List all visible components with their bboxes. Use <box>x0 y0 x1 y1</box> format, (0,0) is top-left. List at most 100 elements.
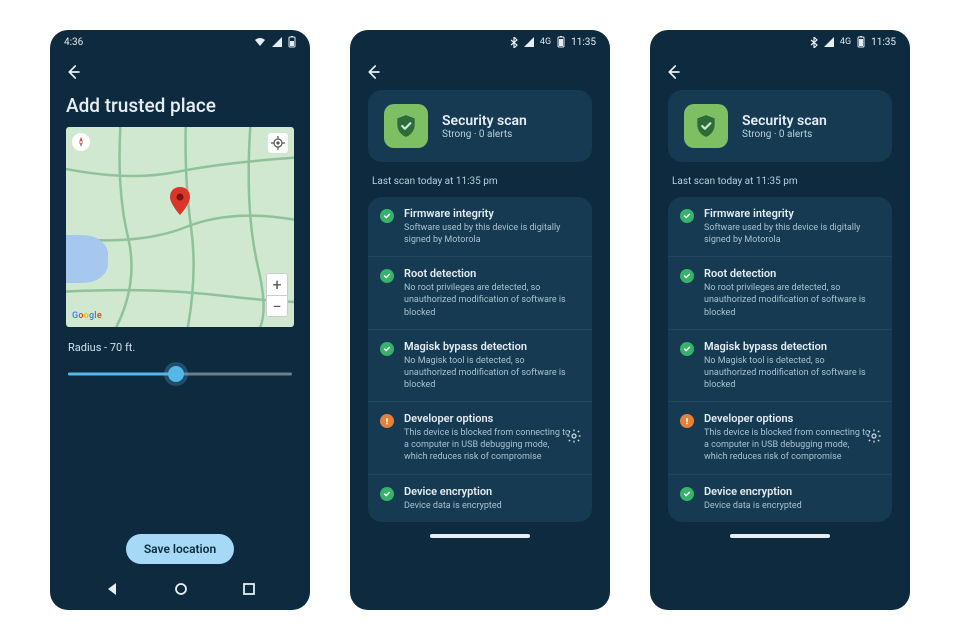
shield-check-icon <box>393 113 419 139</box>
check-ok-icon <box>380 209 394 223</box>
signal-icon <box>824 37 834 47</box>
scan-card-title: Security scan <box>442 113 527 129</box>
back-button[interactable] <box>364 63 382 81</box>
security-check-row[interactable]: Root detectionNo root privileges are det… <box>668 256 892 328</box>
check-title: Developer options <box>704 412 874 425</box>
slider-thumb[interactable] <box>168 366 184 382</box>
security-check-row[interactable]: Device encryptionDevice data is encrypte… <box>368 474 592 522</box>
map-water <box>66 235 108 283</box>
check-description: Software used by this device is digitall… <box>704 222 874 246</box>
check-ok-icon <box>680 487 694 501</box>
check-ok-icon <box>380 487 394 501</box>
map-roads <box>66 127 294 327</box>
last-scan-text: Last scan today at 11:35 pm <box>668 172 892 187</box>
check-description: No Magisk tool is detected, so unauthori… <box>404 355 574 391</box>
zoom-out-button[interactable]: − <box>266 295 288 317</box>
bluetooth-icon <box>510 37 518 48</box>
map-view[interactable]: + − Google <box>66 127 294 327</box>
check-ok-icon <box>680 269 694 283</box>
check-title: Firmware integrity <box>704 207 874 220</box>
nav-home-icon[interactable] <box>174 582 188 596</box>
check-warn-icon <box>680 414 694 428</box>
scan-card-subtitle: Strong · 0 alerts <box>442 129 527 140</box>
top-bar <box>650 54 910 90</box>
security-check-row[interactable]: Firmware integrity Software used by this … <box>368 197 592 256</box>
signal-icon <box>272 37 282 47</box>
network-4g: 4G <box>840 37 851 47</box>
check-ok-icon <box>380 269 394 283</box>
back-arrow-icon <box>364 63 382 81</box>
map-pin-icon[interactable] <box>170 187 190 219</box>
my-location-button[interactable] <box>268 133 288 153</box>
network-4g: 4G <box>540 37 551 47</box>
status-icons <box>254 36 296 48</box>
security-check-row[interactable]: Root detection No root privileges are det… <box>368 256 592 328</box>
shield-check-icon <box>693 113 719 139</box>
wifi-icon <box>254 37 266 47</box>
status-time: 11:35 <box>571 37 596 48</box>
radius-label: Radius - 70 ft. <box>68 341 292 354</box>
back-arrow-icon <box>664 63 682 81</box>
status-bar: 4:36 <box>50 30 310 54</box>
scan-card-subtitle: Strong · 0 alerts <box>742 129 827 140</box>
check-description: This device is blocked from connecting t… <box>704 427 874 463</box>
compass-button[interactable] <box>72 133 90 151</box>
top-bar <box>350 54 610 90</box>
status-bar: 4G 11:35 <box>350 30 610 54</box>
security-scan-summary-card[interactable]: Security scan Strong · 0 alerts <box>368 90 592 162</box>
security-check-row[interactable]: Device encryption Device data is encrypte… <box>668 474 892 522</box>
check-settings-button[interactable] <box>866 428 882 448</box>
check-title: Developer options <box>404 412 574 425</box>
check-description: No root privileges are detected, so unau… <box>404 282 574 318</box>
google-logo: Google <box>72 311 102 321</box>
slider-fill <box>68 373 176 376</box>
back-button[interactable] <box>64 63 82 81</box>
security-check-row[interactable]: Developer options This device is blocked … <box>368 401 592 473</box>
zoom-in-button[interactable]: + <box>266 273 288 295</box>
check-description: Device data is encrypted <box>404 500 502 512</box>
shield-badge <box>684 104 728 148</box>
phone-security-scan-1: 4G 11:35 Security scan Strong · 0 alerts… <box>350 30 610 610</box>
security-check-row[interactable]: Developer options This device is blocked … <box>668 401 892 473</box>
gear-icon <box>866 428 882 444</box>
android-navbar <box>50 574 310 604</box>
check-ok-icon <box>380 342 394 356</box>
phone-trusted-place: 4:36 Add trusted place <box>50 30 310 610</box>
crosshair-icon <box>271 136 285 150</box>
phone-security-scan-2: 4G 11:35 Security scan Strong · 0 alerts… <box>650 30 910 610</box>
status-icons: 4G 11:35 <box>810 36 896 48</box>
gesture-home-bar[interactable] <box>730 534 830 538</box>
check-description: Software used by this device is digitall… <box>404 222 574 246</box>
compass-icon <box>76 137 86 147</box>
scan-card-title: Security scan <box>742 113 827 129</box>
status-bar: 4G 11:35 <box>650 30 910 54</box>
last-scan-text: Last scan today at 11:35 pm <box>368 172 592 187</box>
back-button[interactable] <box>664 63 682 81</box>
status-time: 4:36 <box>64 37 83 48</box>
radius-slider[interactable] <box>68 360 292 388</box>
security-scan-summary-card[interactable]: Security scan Strong · 0 alerts <box>668 90 892 162</box>
check-description: No root privileges are detected, so unau… <box>704 282 874 318</box>
check-settings-button[interactable] <box>566 428 582 448</box>
check-ok-icon <box>680 209 694 223</box>
gear-icon <box>566 428 582 444</box>
check-title: Firmware integrity <box>404 207 574 220</box>
check-title: Device encryption <box>704 485 802 498</box>
battery-icon <box>857 36 865 48</box>
battery-icon <box>288 36 296 48</box>
zoom-controls: + − <box>266 273 288 317</box>
check-description: Device data is encrypted <box>704 500 802 512</box>
nav-recent-icon[interactable] <box>243 583 255 595</box>
check-warn-icon <box>380 414 394 428</box>
check-description: This device is blocked from connecting t… <box>404 427 574 463</box>
gesture-home-bar[interactable] <box>430 534 530 538</box>
security-check-row[interactable]: Magisk bypass detectionNo Magisk tool is… <box>368 329 592 401</box>
security-checks-list-b: Firmware integrity Software used by this … <box>368 197 592 522</box>
security-check-row[interactable]: Firmware integrity Software used by this … <box>668 197 892 256</box>
save-location-button[interactable]: Save location <box>126 534 234 564</box>
security-checks-list-c: Firmware integrity Software used by this … <box>668 197 892 522</box>
check-title: Root detection <box>404 267 574 280</box>
check-title: Magisk bypass detection <box>704 340 874 353</box>
security-check-row[interactable]: Magisk bypass detectionNo Magisk tool is… <box>668 329 892 401</box>
nav-back-icon[interactable] <box>105 582 119 596</box>
